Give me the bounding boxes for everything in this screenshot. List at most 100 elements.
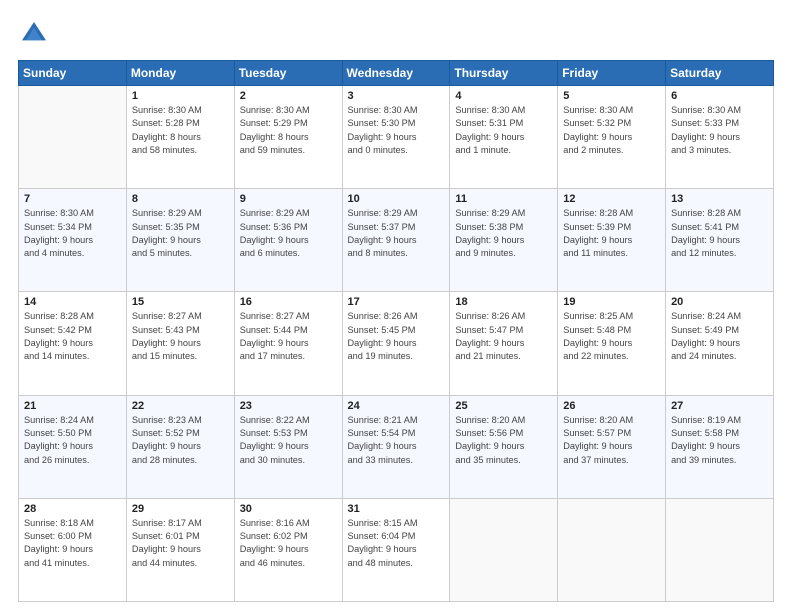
- day-number: 27: [671, 400, 768, 412]
- day-number: 12: [563, 193, 660, 205]
- day-header-tuesday: Tuesday: [234, 61, 342, 86]
- day-header-monday: Monday: [126, 61, 234, 86]
- day-info: Sunrise: 8:30 AMSunset: 5:32 PMDaylight:…: [563, 104, 660, 157]
- day-number: 20: [671, 296, 768, 308]
- calendar-cell: 31 Sunrise: 8:15 AMSunset: 6:04 PMDayligh…: [342, 498, 450, 601]
- day-number: 3: [348, 90, 445, 102]
- logo-icon: [18, 18, 50, 50]
- calendar-cell: 5 Sunrise: 8:30 AMSunset: 5:32 PMDaylight…: [558, 86, 666, 189]
- calendar-cell: 28 Sunrise: 8:18 AMSunset: 6:00 PMDayligh…: [19, 498, 127, 601]
- day-info: Sunrise: 8:24 AMSunset: 5:50 PMDaylight:…: [24, 414, 121, 467]
- week-row-1: 1 Sunrise: 8:30 AMSunset: 5:28 PMDaylight…: [19, 86, 774, 189]
- day-info: Sunrise: 8:26 AMSunset: 5:47 PMDaylight:…: [455, 310, 552, 363]
- calendar-cell: 16 Sunrise: 8:27 AMSunset: 5:44 PMDayligh…: [234, 292, 342, 395]
- day-number: 7: [24, 193, 121, 205]
- day-info: Sunrise: 8:22 AMSunset: 5:53 PMDaylight:…: [240, 414, 337, 467]
- calendar-cell: [666, 498, 774, 601]
- calendar-cell: 3 Sunrise: 8:30 AMSunset: 5:30 PMDaylight…: [342, 86, 450, 189]
- calendar-cell: 13 Sunrise: 8:28 AMSunset: 5:41 PMDayligh…: [666, 189, 774, 292]
- day-info: Sunrise: 8:15 AMSunset: 6:04 PMDaylight:…: [348, 517, 445, 570]
- day-info: Sunrise: 8:30 AMSunset: 5:28 PMDaylight:…: [132, 104, 229, 157]
- day-number: 25: [455, 400, 552, 412]
- week-row-4: 21 Sunrise: 8:24 AMSunset: 5:50 PMDayligh…: [19, 395, 774, 498]
- day-number: 19: [563, 296, 660, 308]
- day-number: 15: [132, 296, 229, 308]
- day-number: 18: [455, 296, 552, 308]
- day-number: 4: [455, 90, 552, 102]
- day-header-wednesday: Wednesday: [342, 61, 450, 86]
- calendar-cell: 21 Sunrise: 8:24 AMSunset: 5:50 PMDayligh…: [19, 395, 127, 498]
- week-row-5: 28 Sunrise: 8:18 AMSunset: 6:00 PMDayligh…: [19, 498, 774, 601]
- calendar-cell: 20 Sunrise: 8:24 AMSunset: 5:49 PMDayligh…: [666, 292, 774, 395]
- header: [18, 18, 774, 50]
- day-info: Sunrise: 8:18 AMSunset: 6:00 PMDaylight:…: [24, 517, 121, 570]
- calendar-cell: [558, 498, 666, 601]
- day-info: Sunrise: 8:29 AMSunset: 5:38 PMDaylight:…: [455, 207, 552, 260]
- calendar-cell: 18 Sunrise: 8:26 AMSunset: 5:47 PMDayligh…: [450, 292, 558, 395]
- day-number: 8: [132, 193, 229, 205]
- day-number: 16: [240, 296, 337, 308]
- calendar-cell: 29 Sunrise: 8:17 AMSunset: 6:01 PMDayligh…: [126, 498, 234, 601]
- day-info: Sunrise: 8:21 AMSunset: 5:54 PMDaylight:…: [348, 414, 445, 467]
- day-info: Sunrise: 8:30 AMSunset: 5:29 PMDaylight:…: [240, 104, 337, 157]
- day-number: 2: [240, 90, 337, 102]
- day-number: 29: [132, 503, 229, 515]
- day-header-friday: Friday: [558, 61, 666, 86]
- calendar-cell: 14Sunrise: 8:28 AMSunset: 5:42 PMDayligh…: [19, 292, 127, 395]
- day-info: Sunrise: 8:28 AMSunset: 5:39 PMDaylight:…: [563, 207, 660, 260]
- day-number: 9: [240, 193, 337, 205]
- calendar-cell: 26Sunrise: 8:20 AMSunset: 5:57 PMDayligh…: [558, 395, 666, 498]
- day-number: 24: [348, 400, 445, 412]
- calendar-cell: 6 Sunrise: 8:30 AMSunset: 5:33 PMDaylight…: [666, 86, 774, 189]
- logo: [18, 18, 54, 50]
- day-info: Sunrise: 8:29 AMSunset: 5:37 PMDaylight:…: [348, 207, 445, 260]
- calendar-cell: 9Sunrise: 8:29 AMSunset: 5:36 PMDaylight…: [234, 189, 342, 292]
- calendar: SundayMondayTuesdayWednesdayThursdayFrid…: [18, 60, 774, 602]
- day-header-sunday: Sunday: [19, 61, 127, 86]
- calendar-cell: 1 Sunrise: 8:30 AMSunset: 5:28 PMDaylight…: [126, 86, 234, 189]
- calendar-cell: 30Sunrise: 8:16 AMSunset: 6:02 PMDayligh…: [234, 498, 342, 601]
- day-header-saturday: Saturday: [666, 61, 774, 86]
- day-info: Sunrise: 8:24 AMSunset: 5:49 PMDaylight:…: [671, 310, 768, 363]
- day-number: 31: [348, 503, 445, 515]
- calendar-cell: 10Sunrise: 8:29 AMSunset: 5:37 PMDayligh…: [342, 189, 450, 292]
- day-info: Sunrise: 8:27 AMSunset: 5:44 PMDaylight:…: [240, 310, 337, 363]
- day-header-thursday: Thursday: [450, 61, 558, 86]
- day-number: 11: [455, 193, 552, 205]
- calendar-cell: 23 Sunrise: 8:22 AMSunset: 5:53 PMDayligh…: [234, 395, 342, 498]
- calendar-cell: [19, 86, 127, 189]
- calendar-cell: 4Sunrise: 8:30 AMSunset: 5:31 PMDaylight…: [450, 86, 558, 189]
- calendar-cell: 2 Sunrise: 8:30 AMSunset: 5:29 PMDaylight…: [234, 86, 342, 189]
- day-number: 22: [132, 400, 229, 412]
- calendar-cell: [450, 498, 558, 601]
- page: SundayMondayTuesdayWednesdayThursdayFrid…: [0, 0, 792, 612]
- day-number: 13: [671, 193, 768, 205]
- day-info: Sunrise: 8:27 AMSunset: 5:43 PMDaylight:…: [132, 310, 229, 363]
- day-info: Sunrise: 8:20 AMSunset: 5:56 PMDaylight:…: [455, 414, 552, 467]
- day-info: Sunrise: 8:19 AMSunset: 5:58 PMDaylight:…: [671, 414, 768, 467]
- day-number: 17: [348, 296, 445, 308]
- day-info: Sunrise: 8:17 AMSunset: 6:01 PMDaylight:…: [132, 517, 229, 570]
- days-row: SundayMondayTuesdayWednesdayThursdayFrid…: [19, 61, 774, 86]
- day-number: 21: [24, 400, 121, 412]
- day-info: Sunrise: 8:28 AMSunset: 5:42 PMDaylight:…: [24, 310, 121, 363]
- calendar-cell: 15 Sunrise: 8:27 AMSunset: 5:43 PMDayligh…: [126, 292, 234, 395]
- day-info: Sunrise: 8:30 AMSunset: 5:30 PMDaylight:…: [348, 104, 445, 157]
- day-info: Sunrise: 8:30 AMSunset: 5:34 PMDaylight:…: [24, 207, 121, 260]
- calendar-cell: 12 Sunrise: 8:28 AMSunset: 5:39 PMDayligh…: [558, 189, 666, 292]
- day-info: Sunrise: 8:28 AMSunset: 5:41 PMDaylight:…: [671, 207, 768, 260]
- calendar-header: SundayMondayTuesdayWednesdayThursdayFrid…: [19, 61, 774, 86]
- day-info: Sunrise: 8:30 AMSunset: 5:33 PMDaylight:…: [671, 104, 768, 157]
- day-number: 6: [671, 90, 768, 102]
- day-number: 1: [132, 90, 229, 102]
- day-number: 30: [240, 503, 337, 515]
- calendar-cell: 11 Sunrise: 8:29 AMSunset: 5:38 PMDayligh…: [450, 189, 558, 292]
- day-info: Sunrise: 8:23 AMSunset: 5:52 PMDaylight:…: [132, 414, 229, 467]
- day-number: 5: [563, 90, 660, 102]
- calendar-cell: 19Sunrise: 8:25 AMSunset: 5:48 PMDayligh…: [558, 292, 666, 395]
- calendar-body: 1 Sunrise: 8:30 AMSunset: 5:28 PMDaylight…: [19, 86, 774, 602]
- calendar-cell: 17Sunrise: 8:26 AMSunset: 5:45 PMDayligh…: [342, 292, 450, 395]
- day-number: 28: [24, 503, 121, 515]
- day-info: Sunrise: 8:29 AMSunset: 5:35 PMDaylight:…: [132, 207, 229, 260]
- day-number: 23: [240, 400, 337, 412]
